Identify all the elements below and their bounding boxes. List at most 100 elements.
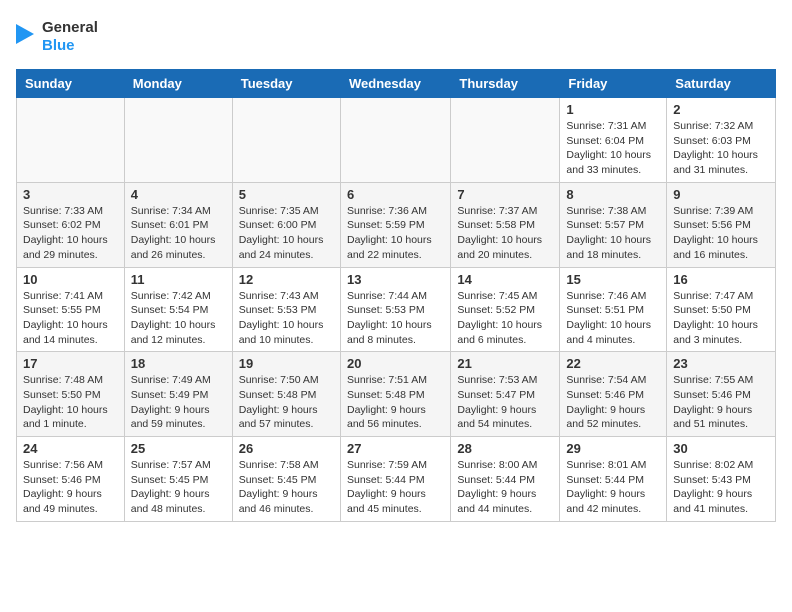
day-info: Sunrise: 7:46 AM Sunset: 5:51 PM Dayligh… — [566, 289, 660, 348]
calendar-cell: 27Sunrise: 7:59 AM Sunset: 5:44 PM Dayli… — [340, 437, 450, 522]
calendar-cell: 29 Sunrise: 8:01 AM Sunset: 5:44 PM Dayli… — [560, 437, 667, 522]
day-header-thursday: Thursday — [451, 70, 560, 98]
day-info: Sunrise: 7:55 AM Sunset: 5:46 PM Dayligh… — [673, 373, 769, 432]
day-header-monday: Monday — [124, 70, 232, 98]
calendar-cell: 26 Sunrise: 7:58 AM Sunset: 5:45 PM Dayli… — [232, 437, 340, 522]
calendar-cell: 12Sunrise: 7:43 AM Sunset: 5:53 PM Dayli… — [232, 267, 340, 352]
day-number: 21 — [457, 356, 553, 371]
calendar-cell: 17 Sunrise: 7:48 AM Sunset: 5:50 PM Dayli… — [17, 352, 125, 437]
day-number: 17 — [23, 356, 118, 371]
day-info: Sunrise: 7:43 AM Sunset: 5:53 PM Dayligh… — [239, 289, 334, 348]
day-info: Sunrise: 7:45 AM Sunset: 5:52 PM Dayligh… — [457, 289, 553, 348]
day-number: 13 — [347, 272, 444, 287]
day-info: Sunrise: 8:01 AM Sunset: 5:44 PM Dayligh… — [566, 458, 660, 517]
day-info: Sunrise: 7:34 AM Sunset: 6:01 PM Dayligh… — [131, 204, 226, 263]
day-number: 1 — [566, 102, 660, 117]
day-number: 19 — [239, 356, 334, 371]
day-number: 8 — [566, 187, 660, 202]
logo-symbol — [16, 16, 34, 57]
day-number: 28 — [457, 441, 553, 456]
day-header-wednesday: Wednesday — [340, 70, 450, 98]
page-header: General Blue — [16, 16, 776, 57]
calendar-cell: 9Sunrise: 7:39 AM Sunset: 5:56 PM Daylig… — [667, 182, 776, 267]
calendar-week-4: 17 Sunrise: 7:48 AM Sunset: 5:50 PM Dayli… — [17, 352, 776, 437]
calendar-cell — [124, 98, 232, 183]
day-info: Sunrise: 7:37 AM Sunset: 5:58 PM Dayligh… — [457, 204, 553, 263]
calendar-cell: 5Sunrise: 7:35 AM Sunset: 6:00 PM Daylig… — [232, 182, 340, 267]
day-info: Sunrise: 7:42 AM Sunset: 5:54 PM Dayligh… — [131, 289, 226, 348]
calendar-cell: 28 Sunrise: 8:00 AM Sunset: 5:44 PM Dayli… — [451, 437, 560, 522]
calendar-cell — [232, 98, 340, 183]
calendar-header-row: SundayMondayTuesdayWednesdayThursdayFrid… — [17, 70, 776, 98]
calendar-cell: 7 Sunrise: 7:37 AM Sunset: 5:58 PM Daylig… — [451, 182, 560, 267]
calendar-cell: 11 Sunrise: 7:42 AM Sunset: 5:54 PM Dayli… — [124, 267, 232, 352]
calendar-cell: 10Sunrise: 7:41 AM Sunset: 5:55 PM Dayli… — [17, 267, 125, 352]
calendar-week-3: 10Sunrise: 7:41 AM Sunset: 5:55 PM Dayli… — [17, 267, 776, 352]
day-number: 24 — [23, 441, 118, 456]
calendar-cell: 13 Sunrise: 7:44 AM Sunset: 5:53 PM Dayli… — [340, 267, 450, 352]
calendar-cell: 6 Sunrise: 7:36 AM Sunset: 5:59 PM Daylig… — [340, 182, 450, 267]
calendar-cell: 3Sunrise: 7:33 AM Sunset: 6:02 PM Daylig… — [17, 182, 125, 267]
day-number: 6 — [347, 187, 444, 202]
day-info: Sunrise: 7:41 AM Sunset: 5:55 PM Dayligh… — [23, 289, 118, 348]
calendar-cell: 16Sunrise: 7:47 AM Sunset: 5:50 PM Dayli… — [667, 267, 776, 352]
day-number: 7 — [457, 187, 553, 202]
day-info: Sunrise: 7:56 AM Sunset: 5:46 PM Dayligh… — [23, 458, 118, 517]
day-header-sunday: Sunday — [17, 70, 125, 98]
day-info: Sunrise: 7:38 AM Sunset: 5:57 PM Dayligh… — [566, 204, 660, 263]
day-number: 20 — [347, 356, 444, 371]
calendar-week-1: 1Sunrise: 7:31 AM Sunset: 6:04 PM Daylig… — [17, 98, 776, 183]
logo-blue-text: Blue — [42, 37, 98, 55]
logo: General Blue — [16, 16, 98, 57]
day-info: Sunrise: 7:58 AM Sunset: 5:45 PM Dayligh… — [239, 458, 334, 517]
calendar-cell — [17, 98, 125, 183]
day-number: 25 — [131, 441, 226, 456]
day-info: Sunrise: 7:49 AM Sunset: 5:49 PM Dayligh… — [131, 373, 226, 432]
day-info: Sunrise: 7:51 AM Sunset: 5:48 PM Dayligh… — [347, 373, 444, 432]
day-number: 3 — [23, 187, 118, 202]
day-info: Sunrise: 7:36 AM Sunset: 5:59 PM Dayligh… — [347, 204, 444, 263]
day-number: 2 — [673, 102, 769, 117]
calendar-cell: 15 Sunrise: 7:46 AM Sunset: 5:51 PM Dayli… — [560, 267, 667, 352]
day-info: Sunrise: 7:54 AM Sunset: 5:46 PM Dayligh… — [566, 373, 660, 432]
day-number: 11 — [131, 272, 226, 287]
day-header-tuesday: Tuesday — [232, 70, 340, 98]
day-number: 27 — [347, 441, 444, 456]
calendar-cell: 1Sunrise: 7:31 AM Sunset: 6:04 PM Daylig… — [560, 98, 667, 183]
day-info: Sunrise: 7:53 AM Sunset: 5:47 PM Dayligh… — [457, 373, 553, 432]
day-info: Sunrise: 7:32 AM Sunset: 6:03 PM Dayligh… — [673, 119, 769, 178]
calendar-cell: 18 Sunrise: 7:49 AM Sunset: 5:49 PM Dayli… — [124, 352, 232, 437]
calendar-cell: 4 Sunrise: 7:34 AM Sunset: 6:01 PM Daylig… — [124, 182, 232, 267]
day-header-saturday: Saturday — [667, 70, 776, 98]
day-number: 4 — [131, 187, 226, 202]
day-info: Sunrise: 8:02 AM Sunset: 5:43 PM Dayligh… — [673, 458, 769, 517]
calendar-cell: 20 Sunrise: 7:51 AM Sunset: 5:48 PM Dayli… — [340, 352, 450, 437]
day-number: 26 — [239, 441, 334, 456]
day-number: 15 — [566, 272, 660, 287]
day-number: 23 — [673, 356, 769, 371]
day-info: Sunrise: 7:48 AM Sunset: 5:50 PM Dayligh… — [23, 373, 118, 432]
day-info: Sunrise: 7:50 AM Sunset: 5:48 PM Dayligh… — [239, 373, 334, 432]
calendar-week-2: 3Sunrise: 7:33 AM Sunset: 6:02 PM Daylig… — [17, 182, 776, 267]
calendar-cell: 25 Sunrise: 7:57 AM Sunset: 5:45 PM Dayli… — [124, 437, 232, 522]
calendar-cell: 22Sunrise: 7:54 AM Sunset: 5:46 PM Dayli… — [560, 352, 667, 437]
day-number: 30 — [673, 441, 769, 456]
calendar-table: SundayMondayTuesdayWednesdayThursdayFrid… — [16, 69, 776, 522]
calendar-cell: 30 Sunrise: 8:02 AM Sunset: 5:43 PM Dayli… — [667, 437, 776, 522]
calendar-week-5: 24 Sunrise: 7:56 AM Sunset: 5:46 PM Dayli… — [17, 437, 776, 522]
calendar-cell: 21 Sunrise: 7:53 AM Sunset: 5:47 PM Dayli… — [451, 352, 560, 437]
day-number: 18 — [131, 356, 226, 371]
calendar-cell — [451, 98, 560, 183]
calendar-cell: 2 Sunrise: 7:32 AM Sunset: 6:03 PM Daylig… — [667, 98, 776, 183]
day-number: 29 — [566, 441, 660, 456]
calendar-cell: 23 Sunrise: 7:55 AM Sunset: 5:46 PM Dayli… — [667, 352, 776, 437]
calendar-cell: 8 Sunrise: 7:38 AM Sunset: 5:57 PM Daylig… — [560, 182, 667, 267]
day-info: Sunrise: 7:47 AM Sunset: 5:50 PM Dayligh… — [673, 289, 769, 348]
day-info: Sunrise: 8:00 AM Sunset: 5:44 PM Dayligh… — [457, 458, 553, 517]
day-info: Sunrise: 7:57 AM Sunset: 5:45 PM Dayligh… — [131, 458, 226, 517]
logo-general-text: General — [42, 19, 98, 37]
day-header-friday: Friday — [560, 70, 667, 98]
day-number: 9 — [673, 187, 769, 202]
day-number: 5 — [239, 187, 334, 202]
day-info: Sunrise: 7:44 AM Sunset: 5:53 PM Dayligh… — [347, 289, 444, 348]
